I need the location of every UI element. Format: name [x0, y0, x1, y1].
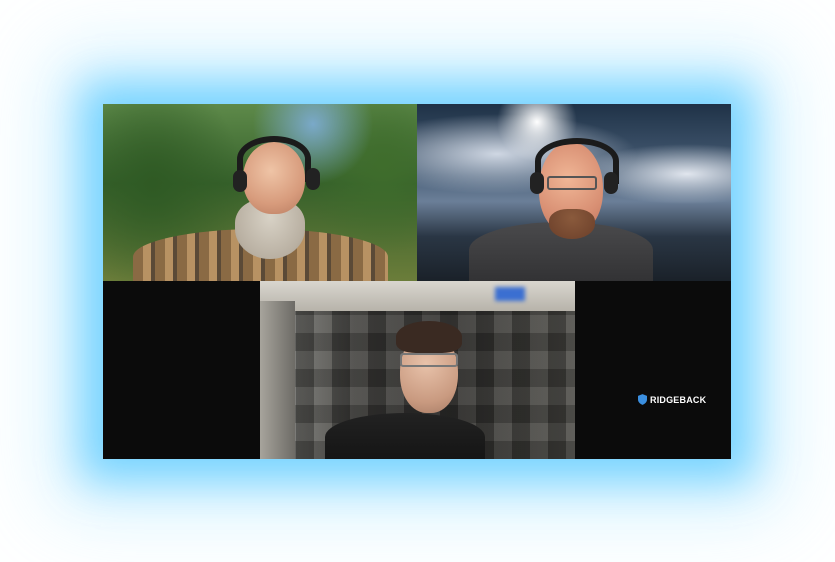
ridgeback-logo: RIDGEBACK — [638, 394, 706, 405]
headset-earcup-right — [306, 168, 320, 190]
participant-tile-1[interactable] — [103, 104, 417, 281]
headset-icon — [237, 136, 311, 182]
logo-text: RIDGEBACK — [650, 394, 707, 405]
participant-2-beard — [549, 209, 595, 239]
shield-icon — [638, 394, 647, 405]
participant-2-figure — [417, 104, 731, 281]
participant-tile-3[interactable] — [260, 281, 575, 459]
participant-1-figure — [103, 104, 417, 281]
participant-3-body — [325, 413, 485, 459]
participant-tile-2[interactable] — [417, 104, 731, 281]
headset-earcup-right — [604, 172, 618, 194]
video-grid: RIDGEBACK — [103, 104, 731, 459]
glasses-icon — [400, 353, 458, 367]
headset-earcup-left — [233, 170, 247, 192]
video-call-screenshot: RIDGEBACK — [0, 0, 835, 562]
participant-3-figure — [260, 281, 575, 459]
headset-earcup-left — [530, 172, 544, 194]
participant-3-hair — [396, 321, 462, 353]
